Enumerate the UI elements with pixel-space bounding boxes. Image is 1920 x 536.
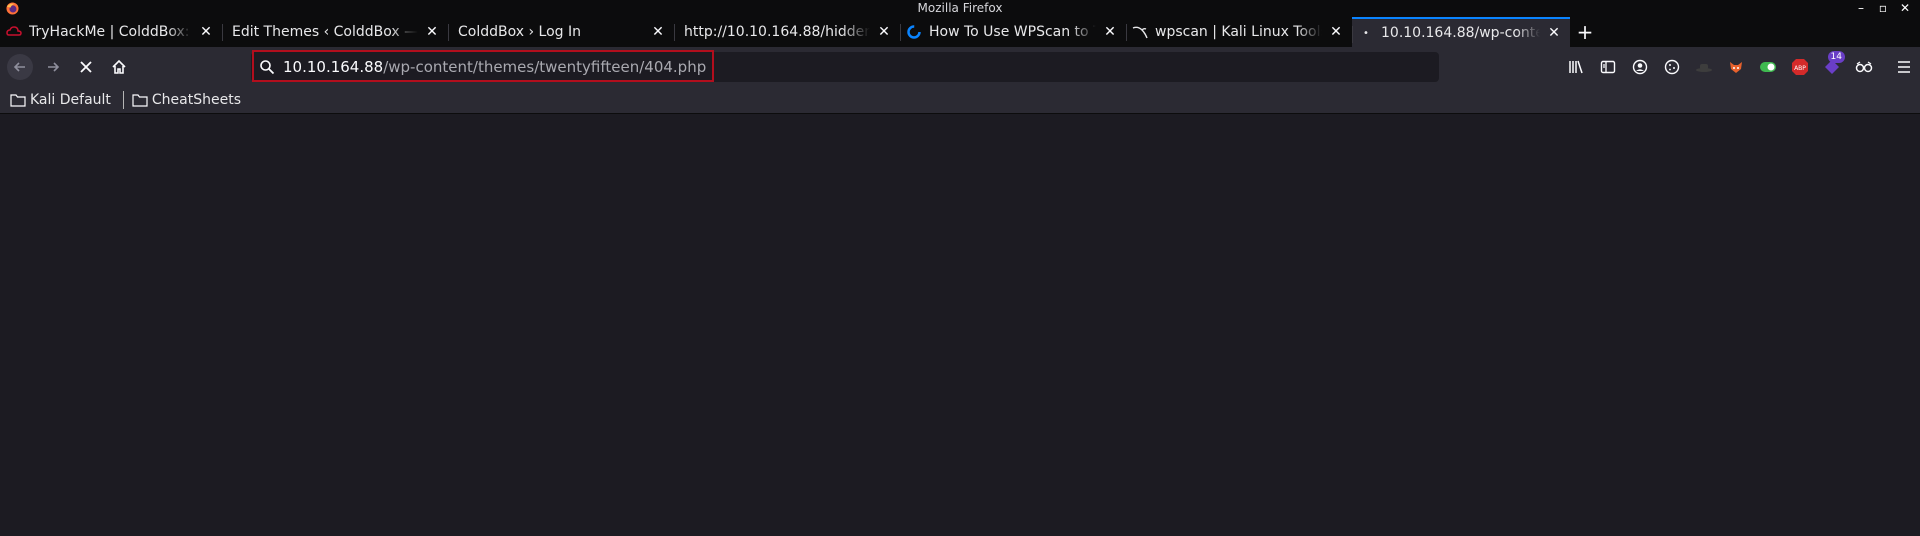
stop-x-icon: [80, 61, 92, 73]
tab-edit-themes[interactable]: Edit Themes ‹ ColddBox — W ✕: [222, 17, 448, 47]
svg-text:ABP: ABP: [1794, 65, 1806, 72]
adblock-plus-button[interactable]: ABP: [1784, 51, 1816, 83]
toggle-extension-button[interactable]: [1752, 51, 1784, 83]
tab-hidden[interactable]: http://10.10.164.88/hidden/ ✕: [674, 17, 900, 47]
home-icon: [112, 59, 126, 74]
forward-button[interactable]: [37, 51, 69, 83]
tab-close-icon[interactable]: ✕: [650, 24, 666, 40]
folder-icon: [132, 94, 148, 107]
tab-tryhackme[interactable]: TryHackMe | ColddBox: E ✕: [0, 17, 222, 47]
tab-close-icon[interactable]: ✕: [1102, 24, 1118, 40]
fox-extension-icon: [1730, 62, 1742, 73]
tab-close-icon[interactable]: ✕: [424, 24, 440, 40]
menu-icon: [1898, 61, 1910, 73]
cookie-button[interactable]: [1656, 51, 1688, 83]
tryhackme-icon: [6, 24, 22, 40]
maximize-button[interactable]: ▫: [1872, 0, 1894, 17]
sidebar-button[interactable]: [1592, 51, 1624, 83]
tab-wpscan-howto[interactable]: How To Use WPScan to T ✕: [900, 17, 1126, 47]
bookmarks-toolbar: Kali Default CheatSheets: [0, 87, 1920, 114]
forward-arrow-icon: [48, 62, 60, 72]
tab-close-icon[interactable]: ✕: [876, 24, 892, 40]
navigation-toolbar: 10.10.164.88/wp-content/themes/twentyfif…: [0, 47, 1920, 87]
window-title: Mozilla Firefox: [917, 1, 1003, 15]
account-button[interactable]: [1624, 51, 1656, 83]
bookmark-label: CheatSheets: [151, 92, 242, 108]
cookie-icon: [1664, 59, 1680, 75]
tab-title: http://10.10.164.88/hidden/: [684, 24, 870, 40]
firefox-icon: [6, 2, 19, 15]
tab-close-icon[interactable]: ✕: [1546, 25, 1562, 41]
hat-icon: [1696, 64, 1712, 72]
tab-wpscan-kali[interactable]: wpscan | Kali Linux Tools ✕: [1126, 17, 1352, 47]
bookmark-folder-cheatsheets[interactable]: CheatSheets: [128, 87, 247, 113]
url-host: 10.10.164.88: [283, 58, 384, 76]
glasses-extension-button[interactable]: [1848, 51, 1880, 83]
library-button[interactable]: [1560, 51, 1592, 83]
new-tab-button[interactable]: +: [1570, 17, 1600, 47]
library-icon: [1569, 60, 1583, 74]
tab-title: How To Use WPScan to T: [929, 24, 1096, 40]
adblock-plus-icon: ABP: [1792, 59, 1808, 75]
hat-extension-button[interactable]: [1688, 51, 1720, 83]
kali-dragon-icon: [1132, 24, 1148, 40]
dot-icon: •: [1363, 27, 1369, 39]
tab-title: ColddBox › Log In: [458, 24, 581, 40]
extension-badge-count: 14: [1827, 51, 1845, 63]
tab-title: Edit Themes ‹ ColddBox — W: [232, 24, 418, 40]
sidebar-icon: [1600, 60, 1616, 74]
tab-title: TryHackMe | ColddBox: E: [29, 24, 192, 40]
tab-title: wpscan | Kali Linux Tools: [1155, 24, 1322, 40]
menu-button[interactable]: [1888, 51, 1920, 83]
tab-colddbox-login[interactable]: ColddBox › Log In ✕: [448, 17, 674, 47]
toolbar-right: ABP 14: [1560, 51, 1920, 83]
stop-button[interactable]: [70, 51, 102, 83]
loading-spinner-icon: [906, 24, 922, 40]
search-icon: [257, 57, 277, 77]
window-titlebar: Mozilla Firefox – ▫ ✕: [0, 0, 1920, 17]
account-icon: [1632, 59, 1648, 75]
tab-close-icon[interactable]: ✕: [1328, 24, 1344, 40]
home-button[interactable]: [103, 51, 135, 83]
folder-icon: [10, 94, 26, 107]
tab-active-404[interactable]: • 10.10.164.88/wp-content/ ✕: [1352, 17, 1570, 47]
badge-extension-button[interactable]: 14: [1816, 51, 1848, 83]
back-button[interactable]: [4, 51, 36, 83]
tab-close-icon[interactable]: ✕: [198, 24, 214, 40]
page-content-area[interactable]: [0, 128, 1920, 536]
bookmarks-separator: [122, 91, 124, 109]
bookmark-label: Kali Default: [30, 92, 111, 108]
url-bar[interactable]: 10.10.164.88/wp-content/themes/twentyfif…: [251, 52, 1439, 82]
back-arrow-icon: [7, 54, 33, 80]
toggle-extension-icon: [1760, 62, 1776, 72]
close-window-button[interactable]: ✕: [1894, 0, 1916, 17]
tab-title: 10.10.164.88/wp-content/: [1381, 25, 1540, 41]
url-path: /wp-content/themes/twentyfifteen/404.php: [383, 58, 707, 76]
fox-extension-button[interactable]: [1720, 51, 1752, 83]
bookmark-folder-kali-default[interactable]: Kali Default: [0, 87, 117, 113]
url-text[interactable]: 10.10.164.88/wp-content/themes/twentyfif…: [283, 58, 706, 76]
tab-strip: TryHackMe | ColddBox: E ✕ Edit Themes ‹ …: [0, 17, 1920, 47]
glasses-icon: [1855, 61, 1873, 73]
minimize-button[interactable]: –: [1850, 0, 1872, 17]
